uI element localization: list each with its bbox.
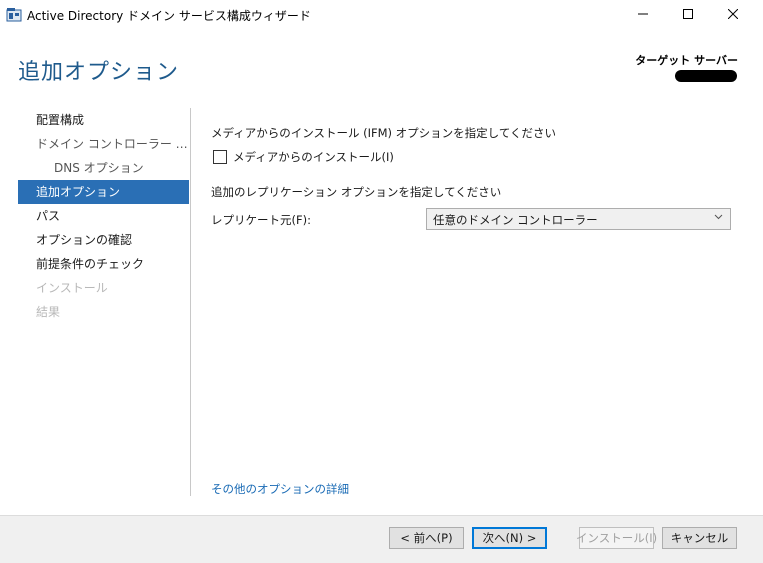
maximize-icon [683,8,693,22]
target-server-name-redacted [675,70,737,82]
chevron-down-icon [714,212,723,224]
close-button[interactable] [710,0,756,30]
nav-item-paths[interactable]: パス [18,204,189,228]
close-icon [727,8,739,22]
replication-heading: 追加のレプリケーション オプションを指定してください [211,185,502,199]
nav-item-dns-options[interactable]: DNS オプション [18,156,189,180]
ifm-checkbox-row[interactable]: メディアからのインストール(I) [213,149,394,165]
replicate-from-select[interactable]: 任意のドメイン コントローラー [426,208,731,230]
nav-item-prerequisites-check[interactable]: 前提条件のチェック [18,252,189,276]
prev-button[interactable]: < 前へ(P) [389,527,464,549]
wizard-footer: < 前へ(P) 次へ(N) > インストール(I) キャンセル [0,515,763,563]
nav-item-additional-options[interactable]: 追加オプション [18,180,189,204]
replicate-from-value: 任意のドメイン コントローラー [433,213,598,227]
nav-item-review-options[interactable]: オプションの確認 [18,228,189,252]
nav-item-dc-options[interactable]: ドメイン コントローラー オプション [18,132,189,156]
more-options-link[interactable]: その他のオプションの詳細 [211,481,349,497]
ifm-checkbox-label[interactable]: メディアからのインストール(I) [233,149,394,165]
nav-item-deployment-config[interactable]: 配置構成 [18,108,189,132]
ifm-heading: メディアからのインストール (IFM) オプションを指定してください [211,126,556,140]
replicate-from-label: レプリケート元(F): [211,213,311,227]
title-bar: Active Directory ドメイン サービス構成ウィザード [0,0,763,30]
minimize-icon [638,8,648,22]
nav-item-installation: インストール [36,281,108,295]
minimize-button[interactable] [620,0,666,30]
ad-wizard-icon [6,7,22,23]
target-server-label: ターゲット サーバー [635,54,738,67]
nav-item-results: 結果 [36,305,61,319]
ifm-checkbox[interactable] [213,150,227,164]
page-title: 追加オプション [18,60,180,85]
wizard-nav: 配置構成 ドメイン コントローラー オプション DNS オプション 追加オプショ… [18,108,189,324]
cancel-button[interactable]: キャンセル [662,527,737,549]
maximize-button[interactable] [665,0,711,30]
nav-divider [190,108,191,496]
install-button: インストール(I) [576,527,657,549]
window-title: Active Directory ドメイン サービス構成ウィザード [27,9,311,23]
next-button[interactable]: 次へ(N) > [472,527,547,549]
